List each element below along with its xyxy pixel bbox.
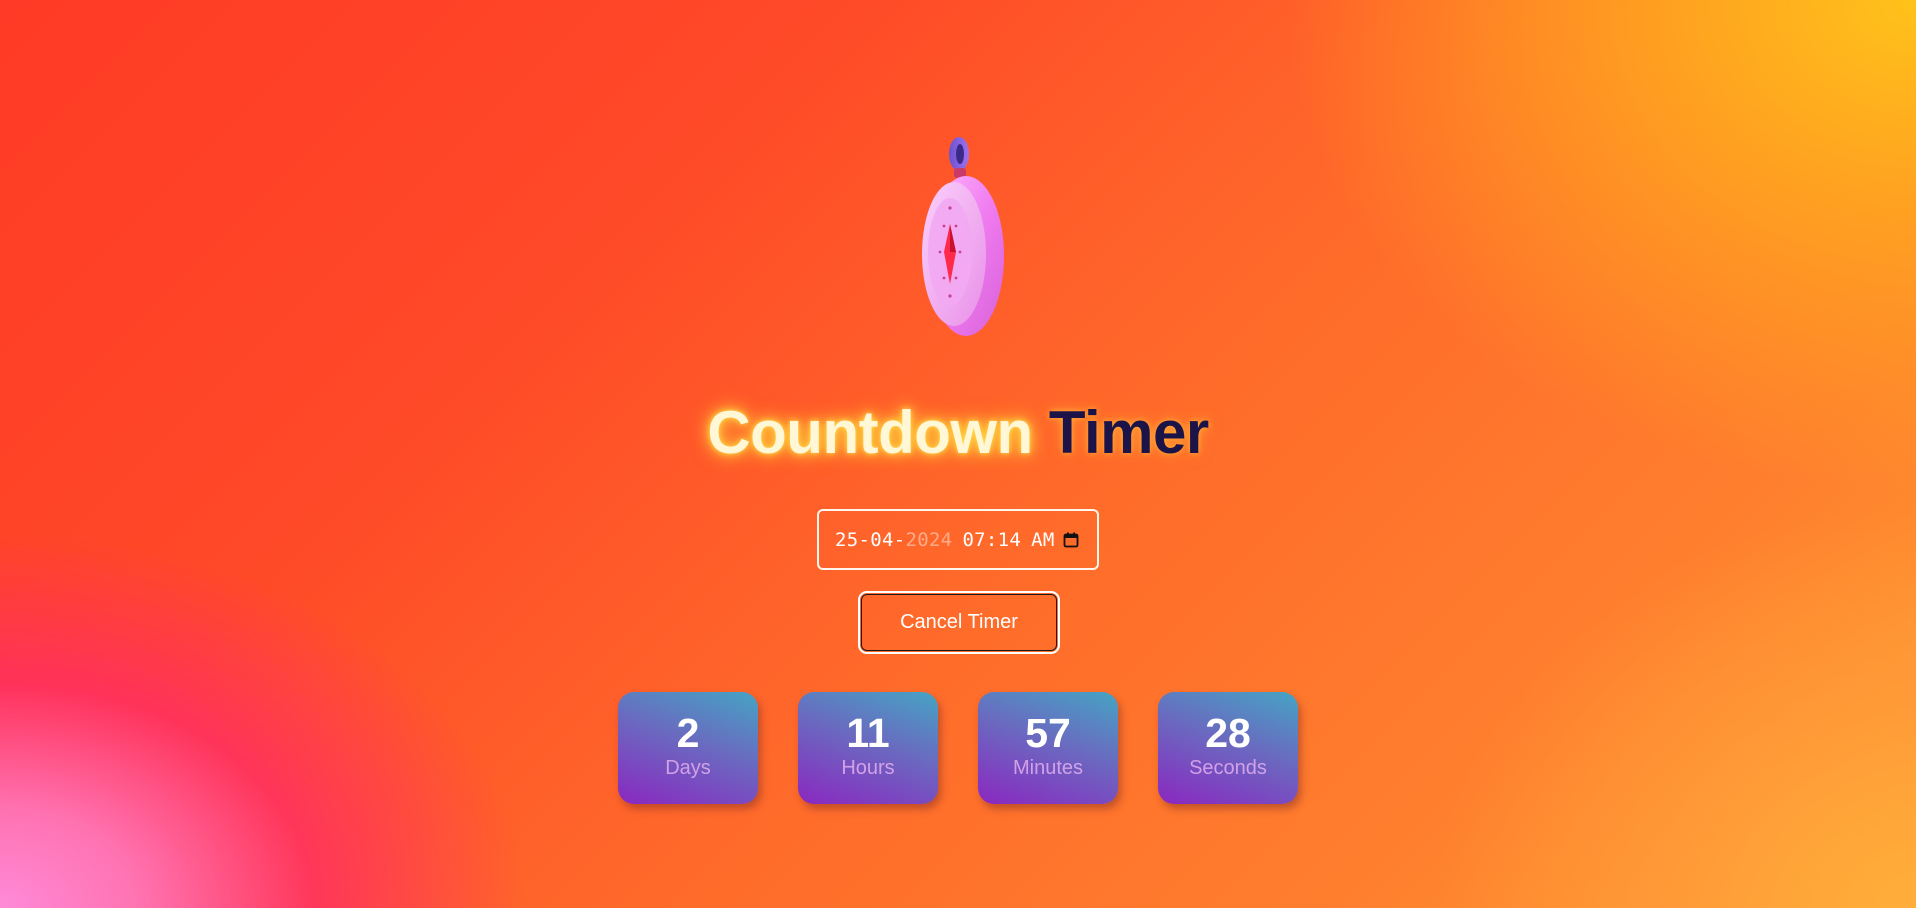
day-segment[interactable]: 25: [835, 529, 858, 551]
countdown-tile-minutes: 57 Minutes: [978, 692, 1118, 804]
calendar-icon[interactable]: [1063, 532, 1079, 548]
year-segment[interactable]: 2024: [905, 529, 952, 551]
hours-value: 11: [846, 710, 890, 756]
hour-segment[interactable]: 07: [962, 529, 985, 551]
cancel-timer-button[interactable]: Cancel Timer: [858, 591, 1060, 654]
minute-segment[interactable]: 14: [998, 529, 1021, 551]
datetime-input[interactable]: 25-04-2024 07:14 AM: [817, 509, 1099, 570]
month-segment[interactable]: 04: [870, 529, 893, 551]
minutes-value: 57: [1025, 710, 1071, 756]
hours-label: Hours: [841, 757, 895, 779]
stopwatch-icon: [922, 137, 1004, 336]
countdown-tile-days: 2 Days: [618, 692, 758, 804]
minutes-label: Minutes: [1012, 757, 1084, 779]
title-word-countdown: Countdown: [707, 399, 1033, 466]
seconds-label: Seconds: [1189, 757, 1267, 779]
meridiem-segment[interactable]: AM: [1031, 529, 1054, 551]
countdown-tiles: 2 Days 11 Hours 57 Minutes 28 Seconds: [618, 692, 1300, 806]
days-label: Days: [665, 757, 711, 779]
days-value: 2: [676, 710, 700, 756]
seconds-value: 28: [1205, 710, 1251, 756]
countdown-tile-seconds: 28 Seconds: [1158, 692, 1298, 804]
countdown-tile-hours: 11 Hours: [798, 692, 938, 804]
title-word-timer: Timer: [1048, 399, 1209, 466]
page-title: Countdown Timer: [0, 393, 1916, 473]
